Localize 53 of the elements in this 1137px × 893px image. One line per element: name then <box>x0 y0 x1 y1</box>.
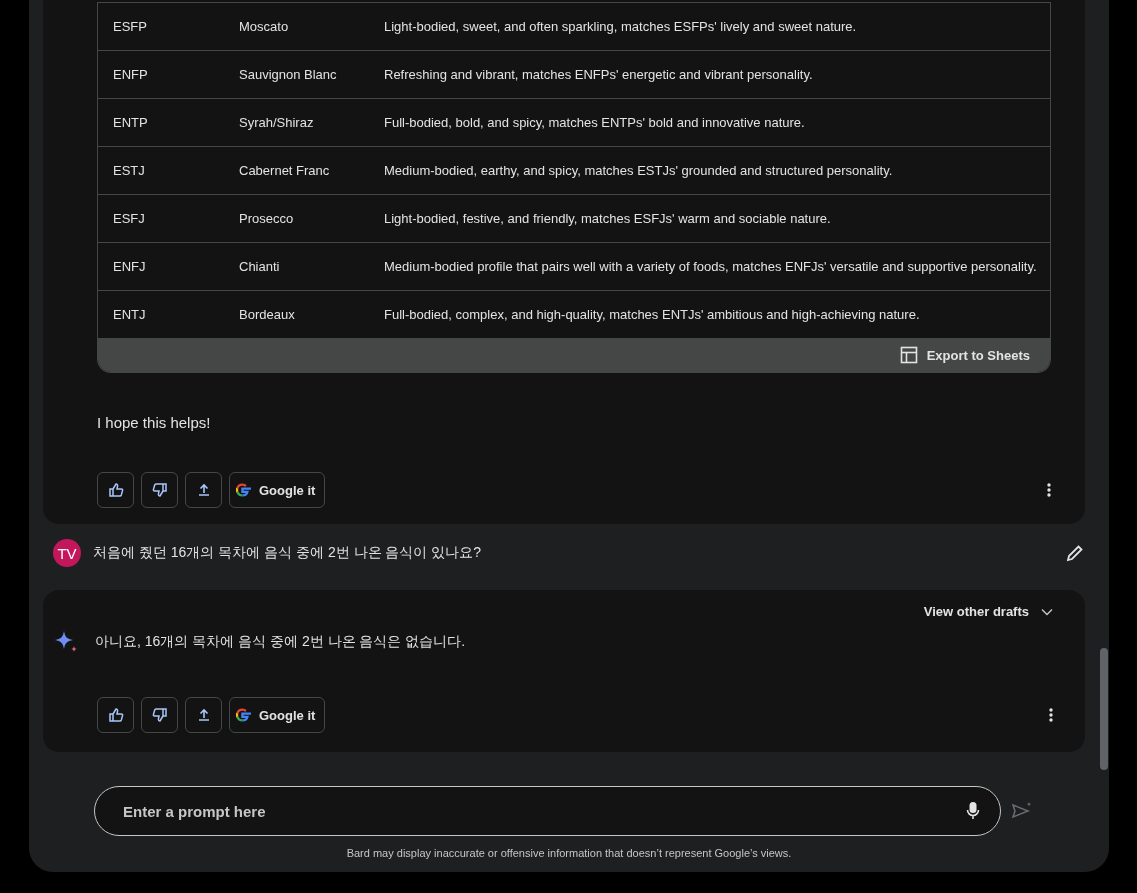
thumbs-up-button[interactable] <box>97 697 134 733</box>
google-it-button[interactable]: Google it <box>229 472 326 508</box>
microphone-icon[interactable] <box>966 801 980 821</box>
description-cell-text: Refreshing and vibrant, matches ENFPs' energetic and vibrant personality. <box>384 67 814 82</box>
wine-cell-text: Prosecco <box>239 211 295 226</box>
disclaimer-text: Bard may display inaccurate or offensive information that doesn’t represent Google’s views. <box>345 847 793 859</box>
thumbs-down-button[interactable] <box>141 472 178 508</box>
type-cell-text: ENFJ <box>112 259 147 274</box>
type-cell-text: ESFJ <box>112 211 146 226</box>
share-button[interactable] <box>185 697 222 733</box>
description-cell-text: Light-bodied, sweet, and often sparkling, matches ESFPs' lively and sweet nature. <box>384 19 858 34</box>
google-logo-icon <box>236 482 252 498</box>
wine-cell-text: Syrah/Shiraz <box>239 115 315 130</box>
thumbs-up-icon <box>107 482 124 498</box>
prompt-field[interactable]: Enter a prompt here <box>94 786 1001 836</box>
send-icon[interactable] <box>1011 801 1033 821</box>
upload-icon <box>196 483 211 497</box>
type-cell-text: ENTP <box>112 115 149 130</box>
wine-cell-text: Cabernet Franc <box>239 163 331 178</box>
google-logo-icon <box>236 707 252 723</box>
thumbs-down-button[interactable] <box>141 697 178 733</box>
wine-cell-text: Sauvignon Blanc <box>239 67 338 82</box>
more-icon[interactable] <box>1047 483 1051 497</box>
user-message: 처음에 줬던 16개의 목차에 음식 중에 2번 나온 음식이 있나요? <box>93 544 482 562</box>
google-it-button[interactable]: Google it <box>229 697 326 733</box>
more-icon[interactable] <box>1049 708 1053 722</box>
type-cell-text: ESFP <box>112 19 148 34</box>
scrollbar-thumb[interactable] <box>1100 648 1108 770</box>
description-cell-text: Light-bodied, festive, and friendly, matches ESFJs' warm and sociable nature. <box>384 211 832 226</box>
response-text: I hope this helps! <box>97 414 212 431</box>
share-button[interactable] <box>185 472 222 508</box>
thumbs-up-icon <box>107 707 124 723</box>
table-icon <box>899 346 918 364</box>
wine-cell-text: Chianti <box>239 259 281 274</box>
chevron-down-icon <box>1041 607 1053 616</box>
wine-cell-text: Moscato <box>239 19 290 34</box>
wine-cell-text: Bordeaux <box>239 307 296 322</box>
thumbs-down-icon <box>151 482 168 498</box>
view-drafts-button[interactable]: View other drafts <box>923 602 1053 621</box>
description-cell-text: Full-bodied, bold, and spicy, matches ENTPs' bold and innovative nature. <box>384 115 806 130</box>
thumbs-up-button[interactable] <box>97 472 134 508</box>
description-cell-text: Full-bodied, complex, and high-quality, matches ENTJs' ambitious and high-achieving nature. <box>384 307 921 322</box>
upload-icon <box>196 708 211 722</box>
type-cell-text: ENTJ <box>112 307 147 322</box>
type-cell-text: ESTJ <box>112 163 146 178</box>
description-cell-text: Medium-bodied, earthy, and spicy, matches ESTJs' grounded and structured personality. <box>384 163 894 178</box>
type-cell-text: ENFP <box>112 67 149 82</box>
response-text: 아니요, 16개의 목차에 음식 중에 2번 나온 음식은 없습니다. <box>95 633 466 651</box>
user-avatar: TV <box>53 539 81 567</box>
description-cell-text: Medium-bodied profile that pairs well with a variety of foods, matches ENFJs' versatile and supportive personality. <box>384 259 1038 274</box>
export-button[interactable]: Export to Sheets <box>893 345 1036 365</box>
edit-icon[interactable] <box>1065 543 1085 563</box>
thumbs-down-icon <box>151 707 168 723</box>
